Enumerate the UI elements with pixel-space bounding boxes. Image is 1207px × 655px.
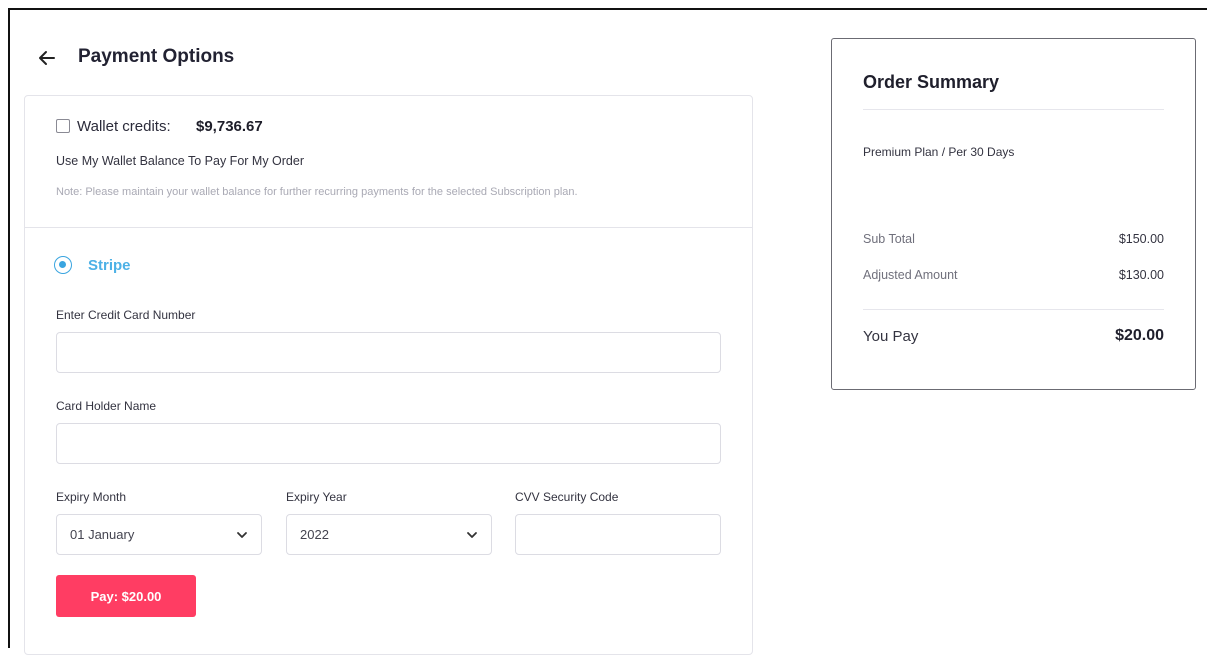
cvv-label: CVV Security Code <box>515 490 619 504</box>
adjusted-amount-label: Adjusted Amount <box>863 268 958 282</box>
radio-selected-dot <box>59 261 66 268</box>
summary-divider <box>863 309 1164 310</box>
summary-divider <box>863 109 1164 110</box>
wallet-credits-checkbox[interactable] <box>56 119 70 133</box>
wallet-credits-amount: $9,736.67 <box>196 118 263 135</box>
order-summary-title: Order Summary <box>863 72 1000 92</box>
section-divider <box>25 227 752 228</box>
expiry-month-select[interactable]: 01 January <box>56 514 262 555</box>
card-number-input[interactable] <box>56 332 721 373</box>
wallet-note: Note: Please maintain your wallet balanc… <box>56 186 578 198</box>
subtotal-value: $150.00 <box>1118 232 1164 246</box>
back-arrow-icon[interactable] <box>38 48 56 68</box>
stripe-label[interactable]: Stripe <box>88 257 131 274</box>
card-holder-input[interactable] <box>56 423 721 464</box>
expiry-year-label: Expiry Year <box>286 490 347 504</box>
chevron-down-icon <box>237 532 247 538</box>
cvv-input[interactable] <box>515 514 721 555</box>
subtotal-label: Sub Total <box>863 232 915 246</box>
adjusted-amount-value: $130.00 <box>1118 268 1164 282</box>
pay-button[interactable]: Pay: $20.00 <box>56 575 196 617</box>
expiry-year-value: 2022 <box>300 527 329 542</box>
wallet-use-text: Use My Wallet Balance To Pay For My Orde… <box>56 154 304 168</box>
expiry-month-label: Expiry Month <box>56 490 127 504</box>
you-pay-label: You Pay <box>863 328 919 345</box>
expiry-month-value: 01 January <box>70 527 135 542</box>
chevron-down-icon <box>467 532 477 538</box>
you-pay-value: $20.00 <box>1115 327 1164 344</box>
card-holder-label: Card Holder Name <box>56 399 157 413</box>
wallet-credits-label: Wallet credits: <box>77 118 171 135</box>
stripe-radio[interactable] <box>54 256 72 274</box>
payment-options-card <box>24 95 753 655</box>
expiry-year-select[interactable]: 2022 <box>286 514 492 555</box>
page-title: Payment Options <box>78 46 235 67</box>
card-number-label: Enter Credit Card Number <box>56 308 196 322</box>
plan-name: Premium Plan / Per 30 Days <box>863 145 1015 159</box>
